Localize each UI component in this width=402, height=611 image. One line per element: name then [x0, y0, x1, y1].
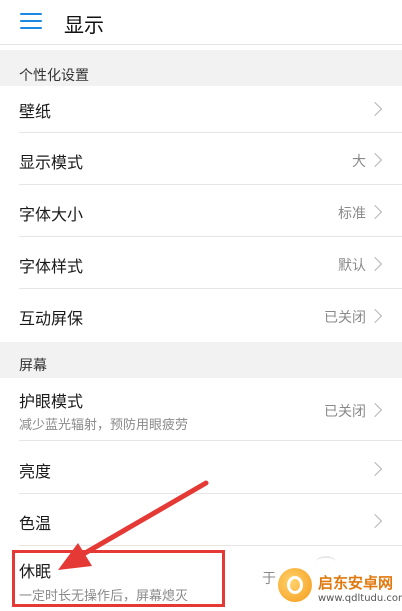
watermark-url: www.qdltudu.com	[318, 593, 402, 604]
setting-value: 大	[352, 154, 366, 170]
section-header-screen: 屏幕	[0, 342, 402, 378]
setting-row-display-mode[interactable]: 显示模式 大	[0, 133, 402, 184]
setting-row-font-size[interactable]: 字体大小 标准	[0, 185, 402, 236]
setting-label: 护眼模式	[19, 392, 84, 411]
setting-subtitle: 减少蓝光辐射，预防用眼疲劳	[19, 418, 189, 433]
section-title: 屏幕	[19, 358, 47, 374]
setting-value: 默认	[338, 258, 366, 274]
hamburger-menu-icon[interactable]	[20, 12, 42, 30]
chevron-right-icon	[367, 152, 383, 168]
setting-label: 字体样式	[19, 257, 84, 276]
page-title: 显示	[64, 13, 104, 37]
setting-value: 标准	[338, 206, 366, 222]
setting-label: 互动屏保	[19, 309, 84, 328]
watermark-brand: 启东安卓网	[318, 574, 394, 592]
setting-label: 显示模式	[19, 153, 84, 172]
chevron-right-icon	[367, 461, 383, 477]
setting-row-eye-comfort[interactable]: 护眼模式 减少蓝光辐射，预防用眼疲劳 已关闭	[0, 378, 402, 440]
setting-label: 字体大小	[19, 205, 84, 224]
app-header: 显示	[0, 0, 402, 45]
watermark: 启东安卓网 www.qdltudu.com	[270, 562, 402, 611]
chevron-right-icon	[367, 256, 383, 272]
section-header-personalization: 个性化设置	[0, 50, 402, 86]
setting-value: 已关闭	[324, 310, 366, 326]
setting-row-font-style[interactable]: 字体样式 默认	[0, 237, 402, 288]
setting-value: 已关闭	[324, 404, 366, 420]
setting-row-interactive-screensaver[interactable]: 互动屏保 已关闭	[0, 289, 402, 341]
annotation-highlight-box	[12, 550, 225, 607]
chevron-right-icon	[367, 308, 383, 324]
chevron-right-icon	[367, 513, 383, 529]
setting-row-color-temperature[interactable]: 色温	[0, 494, 402, 545]
section-title: 个性化设置	[19, 68, 89, 84]
setting-label: 亮度	[19, 462, 52, 481]
setting-label: 壁纸	[19, 102, 52, 121]
chevron-right-icon	[367, 101, 383, 117]
brand-logo-icon	[278, 568, 312, 602]
chevron-right-icon	[367, 402, 383, 418]
setting-row-brightness[interactable]: 亮度	[0, 441, 402, 493]
setting-label: 色温	[19, 514, 52, 533]
setting-row-wallpaper[interactable]: 壁纸	[0, 86, 402, 132]
chevron-right-icon	[367, 204, 383, 220]
